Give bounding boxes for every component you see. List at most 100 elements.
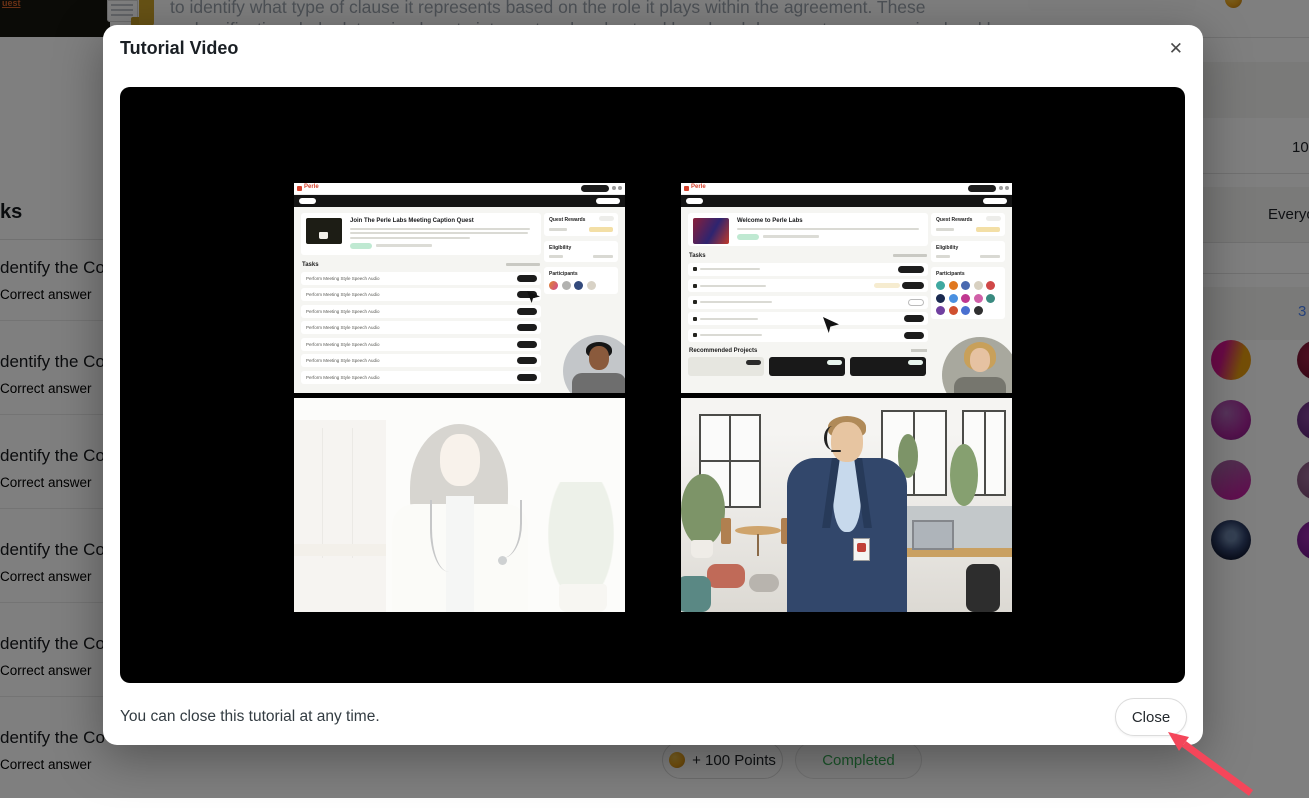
- chip-text: [376, 244, 432, 247]
- nav-pill: [983, 198, 1007, 204]
- quest-thumbnail: [306, 218, 342, 244]
- avatar-dot: [974, 306, 983, 315]
- gold-bar: [976, 227, 1000, 232]
- mug-shape: [319, 232, 328, 239]
- video-tile-welcome-page: Perle Welcome to Perle Labs: [681, 183, 1012, 393]
- window-mullion: [984, 412, 986, 494]
- headset-mic: [831, 450, 841, 452]
- bullet: [693, 267, 697, 271]
- tasks-meta: [893, 254, 927, 257]
- perle-logo-icon: [297, 186, 302, 191]
- app-topbar: Perle: [681, 183, 1012, 195]
- tutorial-video-modal: Tutorial Video ✕ Perle Join The Perle La…: [103, 25, 1203, 745]
- card-pill: [746, 360, 761, 365]
- card-pill: [986, 216, 1001, 221]
- task-item-row: [688, 279, 928, 292]
- tasks-meta: [506, 263, 540, 266]
- task-item-row: Perform Meeting Style Speech Audio: [301, 305, 541, 318]
- text-line: [350, 237, 470, 239]
- points-chip: [874, 283, 900, 288]
- welcome-hero-card: Welcome to Perle Labs: [688, 213, 928, 246]
- participants-card: Participants: [544, 267, 618, 294]
- participants-avatars: [549, 281, 613, 290]
- task-item-text: Perform Meeting Style Speech Audio: [306, 358, 380, 363]
- avatar-dot: [949, 281, 958, 290]
- text-line: [700, 318, 758, 320]
- avatar-dot: [936, 294, 945, 303]
- text-line: [737, 228, 919, 230]
- avatar-dot: [549, 281, 558, 290]
- project-cards: [688, 357, 928, 376]
- video-tile-office-man: [681, 398, 1012, 612]
- eligibility-label: Eligibility: [936, 245, 1000, 251]
- projects-label: Recommended Projects: [689, 348, 757, 354]
- close-icon[interactable]: ✕: [1166, 37, 1186, 60]
- webcam-face: [589, 346, 609, 370]
- status-chips: [737, 234, 923, 240]
- see-all-bar: [911, 349, 927, 352]
- tutorial-video-player[interactable]: Perle Join The Perle Labs Meeting Captio…: [120, 87, 1185, 683]
- eligibility-card: Eligibility: [544, 241, 618, 262]
- webcam-body: [572, 373, 625, 393]
- task-item-row: Perform Meeting Style Speech Audio: [301, 354, 541, 367]
- participants-label: Participants: [549, 271, 613, 277]
- close-button[interactable]: Close: [1115, 698, 1187, 736]
- text-line: [350, 228, 530, 230]
- avatar-dot: [936, 306, 945, 315]
- task-item-row: [688, 329, 928, 342]
- avatar-dot: [974, 281, 983, 290]
- bullet: [693, 333, 697, 337]
- door-line: [322, 428, 323, 558]
- participants-label: Participants: [936, 271, 1000, 277]
- monitor: [912, 520, 954, 550]
- participants-avatars: [936, 281, 1000, 315]
- green-chip: [350, 243, 372, 249]
- task-button: [902, 282, 924, 289]
- plant-pot: [691, 540, 713, 558]
- app-body: Join The Perle Labs Meeting Caption Ques…: [294, 207, 625, 393]
- plant: [681, 474, 725, 546]
- avatar-dot: [961, 294, 970, 303]
- task-item-row: Perform Meeting Style Speech Audio: [301, 288, 541, 301]
- text-line: [350, 232, 528, 234]
- tasks-label: Tasks: [302, 262, 319, 268]
- text-bar: [549, 228, 567, 231]
- task-item-row: [688, 263, 928, 276]
- task-button: [904, 332, 924, 339]
- video-tile-quest-page: Perle Join The Perle Labs Meeting Captio…: [294, 183, 625, 393]
- text-bar: [936, 228, 954, 231]
- task-item-row: Perform Meeting Style Speech Audio: [301, 338, 541, 351]
- office-chair: [966, 564, 1000, 612]
- webcam-overlay-woman: [942, 337, 1012, 393]
- card-pill: [599, 216, 614, 221]
- sidebar-column: Quest Rewards Eligibility Participants: [544, 213, 618, 299]
- task-button: [517, 308, 537, 315]
- avatar-dot: [949, 306, 958, 315]
- close-button-label: Close: [1132, 709, 1170, 726]
- icon-dot: [612, 186, 616, 190]
- stethoscope-chestpiece: [498, 556, 507, 565]
- text-line: [700, 268, 760, 270]
- task-item-text: Perform Meeting Style Speech Audio: [306, 342, 380, 347]
- avatar-dot: [562, 281, 571, 290]
- task-item-text: Perform Meeting Style Speech Audio: [306, 309, 380, 314]
- window-mullion: [701, 460, 759, 462]
- task-button: [517, 275, 537, 282]
- bullet: [693, 317, 697, 321]
- avatar-dot: [961, 281, 970, 290]
- main-column: Welcome to Perle Labs Tasks: [688, 213, 928, 376]
- main-column: Join The Perle Labs Meeting Caption Ques…: [301, 213, 541, 387]
- chip-text: [763, 235, 819, 238]
- text-line: [700, 301, 772, 303]
- modal-title: Tutorial Video: [120, 38, 238, 59]
- task-item-text: Perform Meeting Style Speech Audio: [306, 325, 380, 330]
- bullet: [693, 300, 697, 304]
- avatar-dot: [936, 281, 945, 290]
- webcam-overlay-man: [563, 335, 625, 393]
- plant-pot: [559, 584, 607, 612]
- bullet: [693, 284, 697, 288]
- task-button: [517, 374, 537, 381]
- icon-dot: [618, 186, 622, 190]
- card-pill: [908, 360, 923, 365]
- text-bar: [980, 255, 1000, 258]
